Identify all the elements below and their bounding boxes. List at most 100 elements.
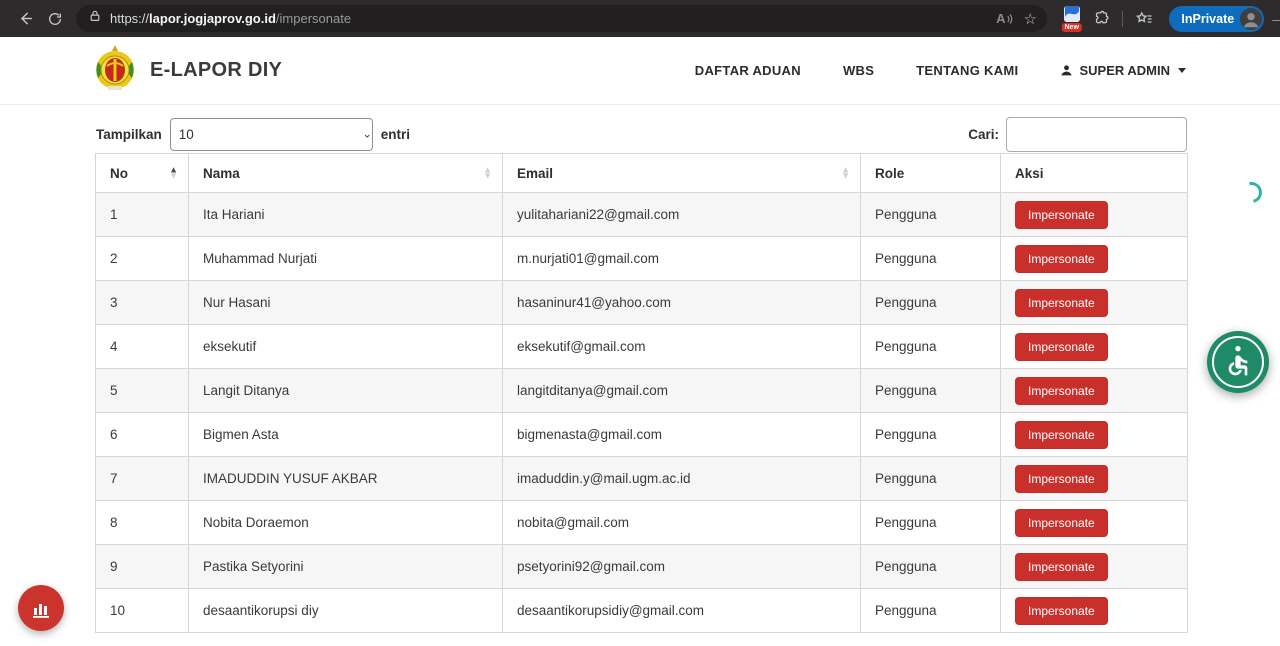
lock-icon[interactable] [88,9,102,28]
column-header-email[interactable]: Email ▲▼ [503,154,861,193]
cell-email: hasaninur41@yahoo.com [503,281,861,325]
table-row: 3 Nur Hasani hasaninur41@yahoo.com Pengg… [96,281,1188,325]
nav-tentang-kami[interactable]: TENTANG KAMI [916,63,1018,78]
diy-emblem-logo [94,44,136,97]
cell-nama: Langit Ditanya [189,369,503,413]
statistics-fab[interactable] [18,585,64,631]
url-host: lapor.jogjaprov.go.id [149,11,276,26]
wheelchair-icon [1222,346,1254,378]
table-row: 10 desaantikorupsi diy desaantikorupsidi… [96,589,1188,633]
impersonate-button[interactable]: Impersonate [1015,509,1108,537]
address-bar[interactable]: https://lapor.jogjaprov.go.id/impersonat… [76,5,1047,32]
brand[interactable]: E-LAPOR DIY [94,44,282,97]
accessibility-ring [1212,336,1264,388]
cell-aksi: Impersonate [1001,545,1188,589]
cell-aksi: Impersonate [1001,369,1188,413]
user-menu[interactable]: SUPER ADMIN [1060,63,1186,78]
cell-no: 4 [96,325,189,369]
table-row: 6 Bigmen Asta bigmenasta@gmail.com Pengg… [96,413,1188,457]
back-icon[interactable] [10,4,40,34]
table-controls: Tampilkan 10 ⌄ entri Cari: [96,114,1187,154]
cell-role: Pengguna [861,501,1001,545]
column-header-no[interactable]: No ▲▼ [96,154,189,193]
impersonate-button[interactable]: Impersonate [1015,245,1108,273]
url-path: /impersonate [276,11,351,26]
cell-role: Pengguna [861,545,1001,589]
cell-role: Pengguna [861,325,1001,369]
nav-wbs[interactable]: WBS [843,63,874,78]
table-body: 1 Ita Hariani yulitahariani22@gmail.com … [96,193,1188,633]
cell-role: Pengguna [861,457,1001,501]
impersonate-button[interactable]: Impersonate [1015,421,1108,449]
cell-email: psetyorini92@gmail.com [503,545,861,589]
cell-no: 2 [96,237,189,281]
nav-daftar-aduan[interactable]: DAFTAR ADUAN [695,63,801,78]
users-table: No ▲▼ Nama ▲▼ Email ▲▼ Role Aksi 1 Ita H… [95,153,1188,633]
column-header-nama[interactable]: Nama ▲▼ [189,154,503,193]
cell-email: bigmenasta@gmail.com [503,413,861,457]
table-row: 1 Ita Hariani yulitahariani22@gmail.com … [96,193,1188,237]
sort-icon-nama[interactable]: ▲▼ [483,167,492,178]
cell-nama: Bigmen Asta [189,413,503,457]
favorites-list-icon[interactable] [1129,4,1159,34]
toolbar-overflow-partial-icon[interactable]: – [1272,11,1280,27]
cell-no: 8 [96,501,189,545]
cell-aksi: Impersonate [1001,325,1188,369]
url-scheme: https:// [110,11,149,26]
table-row: 7 IMADUDDIN YUSUF AKBAR imaduddin.y@mail… [96,457,1188,501]
cell-no: 3 [96,281,189,325]
cell-role: Pengguna [861,413,1001,457]
profile-avatar[interactable] [1240,8,1262,30]
cell-nama: desaantikorupsi diy [189,589,503,633]
favorite-star-icon[interactable]: ☆ [1024,10,1037,28]
cell-no: 5 [96,369,189,413]
entries-select[interactable]: 10 [170,118,373,151]
impersonate-button[interactable]: Impersonate [1015,333,1108,361]
cell-nama: Ita Hariani [189,193,503,237]
cell-role: Pengguna [861,369,1001,413]
cell-nama: Pastika Setyorini [189,545,503,589]
cell-no: 7 [96,457,189,501]
url-text: https://lapor.jogjaprov.go.id/impersonat… [110,11,996,26]
refresh-icon[interactable] [40,4,70,34]
cell-nama: Nur Hasani [189,281,503,325]
impersonate-button[interactable]: Impersonate [1015,377,1108,405]
impersonate-button[interactable]: Impersonate [1015,289,1108,317]
extension-new-icon[interactable]: New [1061,6,1082,32]
cell-aksi: Impersonate [1001,589,1188,633]
user-icon [1060,64,1073,77]
cell-role: Pengguna [861,281,1001,325]
read-aloud-icon[interactable]: A [996,11,1013,26]
impersonate-button[interactable]: Impersonate [1015,201,1108,229]
accessibility-widget-button[interactable] [1207,331,1269,393]
table-head: No ▲▼ Nama ▲▼ Email ▲▼ Role Aksi [96,154,1188,193]
cell-no: 6 [96,413,189,457]
sort-icon-email[interactable]: ▲▼ [841,167,850,178]
brand-title: E-LAPOR DIY [150,59,282,82]
inprivate-badge[interactable]: InPrivate [1169,6,1264,32]
impersonate-button[interactable]: Impersonate [1015,553,1108,581]
cell-email: langitditanya@gmail.com [503,369,861,413]
cell-aksi: Impersonate [1001,413,1188,457]
main-content: Tampilkan 10 ⌄ entri Cari: No ▲▼ Nama [0,105,1280,646]
bar-chart-icon [29,596,53,620]
browser-toolbar: https://lapor.jogjaprov.go.id/impersonat… [0,0,1280,37]
cell-no: 10 [96,589,189,633]
cell-aksi: Impersonate [1001,237,1188,281]
cell-email: desaantikorupsidiy@gmail.com [503,589,861,633]
site-header: E-LAPOR DIY DAFTAR ADUAN WBS TENTANG KAM… [0,37,1280,105]
cell-aksi: Impersonate [1001,457,1188,501]
sort-icon-no[interactable]: ▲▼ [169,167,178,178]
cell-email: eksekutif@gmail.com [503,325,861,369]
search-input[interactable] [1006,117,1187,152]
impersonate-button[interactable]: Impersonate [1015,465,1108,493]
cell-no: 1 [96,193,189,237]
extensions-puzzle-icon[interactable] [1086,4,1116,34]
column-header-role[interactable]: Role [861,154,1001,193]
table-row: 2 Muhammad Nurjati m.nurjati01@gmail.com… [96,237,1188,281]
table-row: 5 Langit Ditanya langitditanya@gmail.com… [96,369,1188,413]
table-row: 9 Pastika Setyorini psetyorini92@gmail.c… [96,545,1188,589]
cell-email: m.nurjati01@gmail.com [503,237,861,281]
inprivate-label: InPrivate [1181,12,1234,26]
impersonate-button[interactable]: Impersonate [1015,597,1108,625]
